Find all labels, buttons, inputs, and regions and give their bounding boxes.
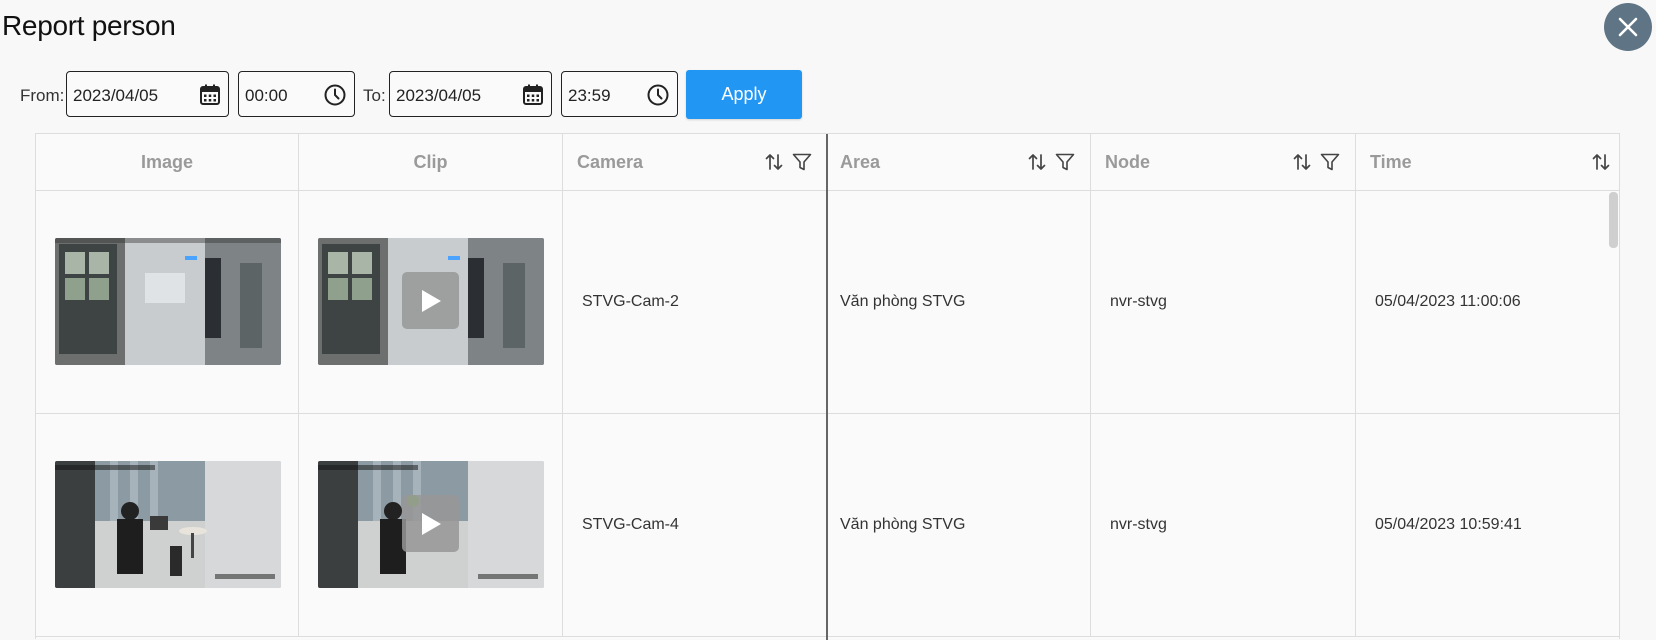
column-header-time: Time xyxy=(1356,134,1620,190)
column-header-image: Image xyxy=(36,134,299,190)
image-cell xyxy=(36,414,299,636)
clip-cell xyxy=(299,414,563,636)
area-cell: Văn phòng STVG xyxy=(827,191,1091,413)
from-time-field[interactable]: 00:00 xyxy=(238,71,355,117)
sort-icon[interactable] xyxy=(763,151,785,173)
clip-thumbnail[interactable] xyxy=(318,238,544,365)
clock-icon[interactable] xyxy=(646,83,670,107)
column-header-node-label: Node xyxy=(1105,152,1150,172)
node-name: nvr-stvg xyxy=(1110,516,1167,533)
area-cell: Văn phòng STVG xyxy=(827,414,1091,636)
node-cell: nvr-stvg xyxy=(1091,414,1356,636)
play-icon xyxy=(421,512,441,535)
snapshot-image[interactable] xyxy=(55,238,281,365)
column-header-area: Area xyxy=(827,134,1091,190)
camera-name: STVG-Cam-4 xyxy=(582,516,679,533)
to-date-field[interactable]: 2023/04/05 xyxy=(389,71,552,117)
close-icon xyxy=(1618,17,1638,37)
sort-icon[interactable] xyxy=(1291,151,1313,173)
column-header-time-label: Time xyxy=(1370,152,1412,172)
filter-icon[interactable] xyxy=(791,151,813,173)
page-title: Report person xyxy=(2,10,176,41)
calendar-icon[interactable] xyxy=(198,83,222,107)
filter-icon[interactable] xyxy=(1054,151,1076,173)
area-name: Văn phòng STVG xyxy=(840,516,966,533)
play-icon xyxy=(421,289,441,312)
column-header-area-label: Area xyxy=(840,152,881,172)
to-time-field[interactable]: 23:59 xyxy=(561,71,678,117)
event-time: 05/04/2023 11:00:06 xyxy=(1375,293,1521,310)
calendar-icon[interactable] xyxy=(521,83,545,107)
filter-icon[interactable] xyxy=(1319,151,1341,173)
sort-icon[interactable] xyxy=(1590,151,1612,173)
time-cell: 05/04/2023 10:59:41 xyxy=(1356,414,1620,636)
column-header-camera-label: Camera xyxy=(577,152,644,172)
clip-cell xyxy=(299,191,563,413)
column-header-camera: Camera xyxy=(563,134,827,190)
area-name: Văn phòng STVG xyxy=(840,293,966,310)
camera-cell: STVG-Cam-4 xyxy=(563,414,827,636)
play-button[interactable] xyxy=(402,495,459,552)
column-divider[interactable] xyxy=(826,134,828,640)
sort-icon[interactable] xyxy=(1026,151,1048,173)
report-table: Image Clip Camera Area Node Time STVG-Ca… xyxy=(35,133,1620,640)
event-time: 05/04/2023 10:59:41 xyxy=(1375,516,1522,533)
column-header-node: Node xyxy=(1091,134,1356,190)
node-cell: nvr-stvg xyxy=(1091,191,1356,413)
image-cell xyxy=(36,191,299,413)
close-button[interactable] xyxy=(1604,3,1652,51)
apply-button[interactable]: Apply xyxy=(686,70,802,119)
to-time-value: 23:59 xyxy=(568,86,611,105)
column-header-clip-label: Clip xyxy=(413,152,448,172)
column-header-image-label: Image xyxy=(140,152,194,172)
to-label: To: xyxy=(363,86,386,105)
vertical-scrollbar[interactable] xyxy=(1609,192,1618,248)
clip-thumbnail[interactable] xyxy=(318,461,544,588)
from-date-value: 2023/04/05 xyxy=(73,86,159,105)
camera-cell: STVG-Cam-2 xyxy=(563,191,827,413)
play-button[interactable] xyxy=(402,272,459,329)
to-date-value: 2023/04/05 xyxy=(396,86,482,105)
camera-name: STVG-Cam-2 xyxy=(582,293,679,310)
snapshot-image[interactable] xyxy=(55,461,281,588)
from-time-value: 00:00 xyxy=(245,86,288,105)
column-header-clip: Clip xyxy=(299,134,563,190)
node-name: nvr-stvg xyxy=(1110,293,1167,310)
time-cell: 05/04/2023 11:00:06 xyxy=(1356,191,1620,413)
from-date-field[interactable]: 2023/04/05 xyxy=(66,71,229,117)
clock-icon[interactable] xyxy=(323,83,347,107)
filter-toolbar: From: 2023/04/05 00:00 To: 2023/04/05 23… xyxy=(0,70,900,120)
from-label: From: xyxy=(20,86,65,105)
